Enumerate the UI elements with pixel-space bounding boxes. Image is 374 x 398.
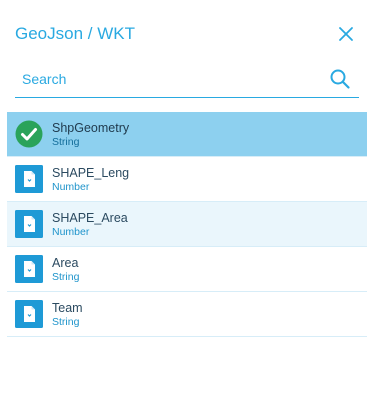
- field-name: SHAPE_Leng: [52, 166, 130, 180]
- field-row[interactable]: ShpGeometry String: [7, 112, 367, 157]
- field-row[interactable]: Team String: [7, 292, 367, 337]
- field-list: ShpGeometry String SHAPE_Leng Number SHAPE_A…: [7, 112, 367, 337]
- field-row[interactable]: SHAPE_Area Number: [7, 202, 367, 247]
- field-name: Team: [52, 301, 83, 315]
- field-row[interactable]: SHAPE_Leng Number: [7, 157, 367, 202]
- panel-header: GeoJson / WKT: [15, 24, 356, 46]
- field-type: Number: [52, 181, 90, 193]
- search-button[interactable]: [329, 68, 351, 90]
- field-type: String: [52, 136, 80, 148]
- field-row[interactable]: Area String: [7, 247, 367, 292]
- document-icon: [15, 300, 43, 328]
- document-icon: [15, 210, 43, 238]
- field-picker-panel: GeoJson / WKT ShpGeometryStringSHAPE_Len…: [0, 0, 374, 398]
- panel-title: GeoJson / WKT: [15, 24, 135, 43]
- close-button[interactable]: [336, 24, 356, 44]
- field-name: ShpGeometry: [52, 121, 130, 135]
- field-name: Area: [52, 256, 79, 270]
- search-icon: [330, 69, 350, 89]
- close-icon: [339, 27, 353, 41]
- search-bar: [15, 64, 359, 98]
- document-icon: [15, 255, 43, 283]
- field-name: SHAPE_Area: [52, 211, 128, 225]
- field-type: Number: [52, 226, 90, 238]
- document-icon: [15, 165, 43, 193]
- field-type: String: [52, 316, 80, 328]
- field-type: String: [52, 271, 80, 283]
- search-input[interactable]: [15, 64, 322, 94]
- check-circle-icon: [15, 120, 43, 148]
